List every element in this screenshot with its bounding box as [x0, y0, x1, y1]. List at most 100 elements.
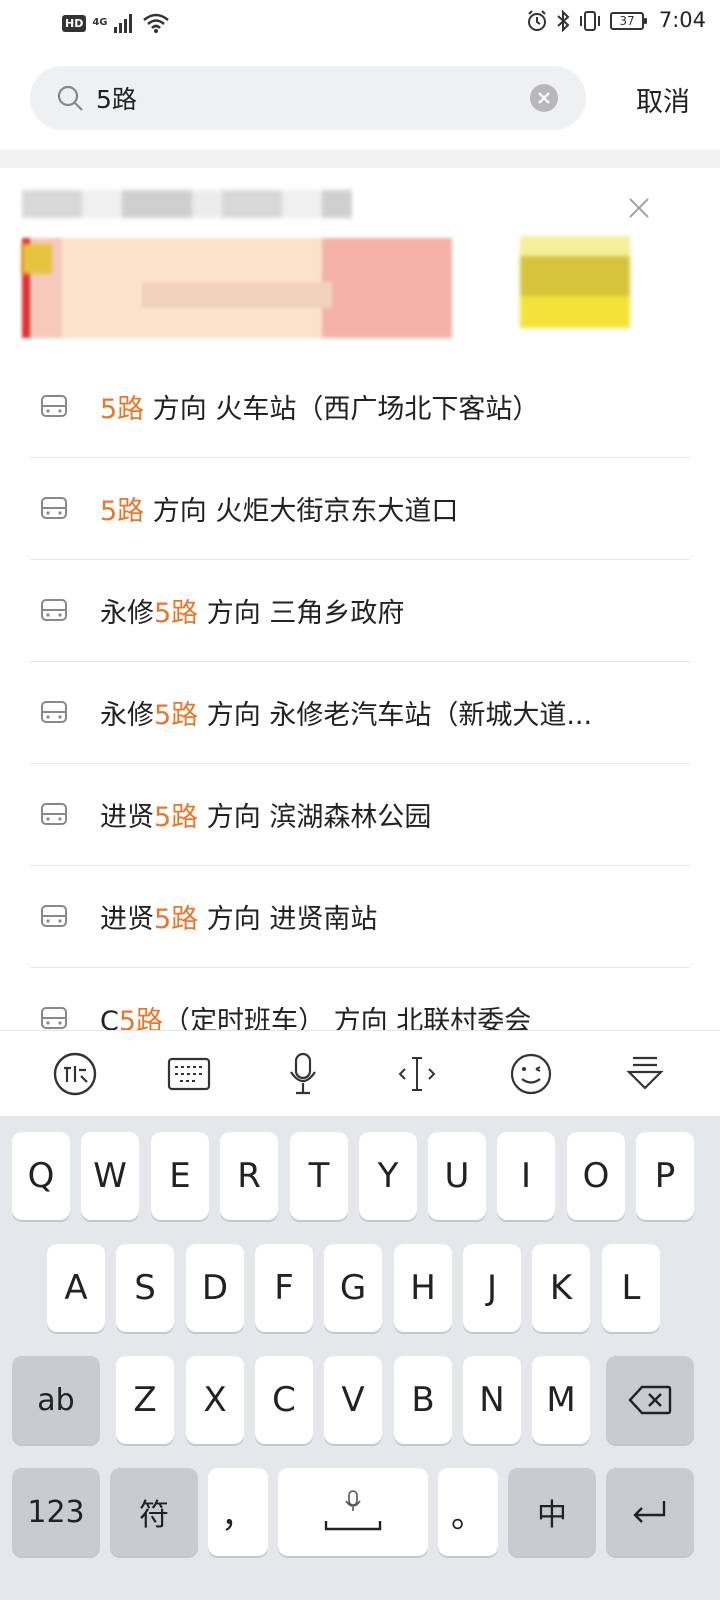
keyboard-toolbar — [0, 1030, 720, 1116]
list-item[interactable]: 进贤5路 方向 滨湖森林公园 — [30, 764, 690, 866]
key-l[interactable]: L — [602, 1244, 660, 1332]
bluetooth-icon — [557, 10, 570, 32]
key-language[interactable]: 中 — [508, 1468, 596, 1556]
cancel-button[interactable]: 取消 — [636, 80, 690, 119]
key-q[interactable]: Q — [12, 1132, 70, 1220]
bus-icon — [41, 802, 67, 825]
network-type: 4G — [92, 17, 108, 28]
result-label: 进贤5路 方向 滨湖森林公园 — [100, 802, 432, 833]
key-s[interactable]: S — [116, 1244, 174, 1332]
result-list: 5路 方向 火车站（西广场北下客站） 5路 方向 火炬大街京东大道口 永修5路 … — [0, 356, 720, 1030]
bus-icon — [41, 1006, 67, 1029]
enter-key[interactable] — [606, 1468, 694, 1556]
bus-icon — [41, 700, 67, 723]
search-row: 取消 — [30, 66, 690, 130]
list-item[interactable]: 进贤5路 方向 进贤南站 — [30, 866, 690, 968]
key-c[interactable]: C — [255, 1356, 313, 1444]
key-r[interactable]: R — [220, 1132, 278, 1220]
key-123[interactable]: 123 — [12, 1468, 100, 1556]
status-bar: HD 4G 37 7:04 — [0, 0, 720, 52]
backspace-key[interactable] — [606, 1356, 694, 1444]
list-item[interactable]: 5路 方向 火炬大街京东大道口 — [30, 458, 690, 560]
ad-blurred-text — [22, 190, 352, 218]
result-label: C5路（定时班车） 方向 北联村委会 — [100, 1006, 532, 1030]
key-o[interactable]: O — [567, 1132, 625, 1220]
clear-search-button[interactable] — [530, 84, 558, 112]
battery-level: 37 — [619, 14, 635, 28]
key-y[interactable]: Y — [359, 1132, 417, 1220]
backspace-icon — [628, 1385, 672, 1415]
cursor-move-button[interactable] — [387, 1044, 447, 1104]
hide-keyboard-button[interactable] — [615, 1044, 675, 1104]
key-v[interactable]: V — [324, 1356, 382, 1444]
key-i[interactable]: I — [497, 1132, 555, 1220]
ad-banner[interactable] — [0, 168, 720, 356]
list-item[interactable]: 5路 方向 火车站（西广场北下客站） — [30, 356, 690, 458]
key-e[interactable]: E — [151, 1132, 209, 1220]
search-input[interactable] — [96, 80, 516, 116]
close-icon — [629, 198, 649, 218]
key-j[interactable]: J — [463, 1244, 521, 1332]
wifi-icon — [142, 13, 169, 33]
list-item[interactable]: 永修5路 方向 三角乡政府 — [30, 560, 690, 662]
key-n[interactable]: N — [463, 1356, 521, 1444]
alarm-icon — [528, 10, 546, 31]
result-label: 5路 方向 火炬大街京东大道口 — [100, 496, 459, 527]
emoji-icon — [510, 1053, 552, 1094]
status-left: HD 4G — [62, 12, 170, 34]
space-key[interactable] — [278, 1468, 428, 1556]
vibrate-icon — [580, 11, 600, 31]
key-t[interactable]: T — [290, 1132, 348, 1220]
key-period[interactable]: 。 — [438, 1468, 498, 1556]
ad-close-button[interactable] — [628, 192, 650, 227]
result-label: 进贤5路 方向 进贤南站 — [100, 904, 378, 935]
ad-image-accent — [22, 244, 52, 274]
ime-logo-button[interactable] — [45, 1044, 105, 1104]
list-item[interactable]: C5路（定时班车） 方向 北联村委会 — [30, 968, 690, 1030]
key-u[interactable]: U — [428, 1132, 486, 1220]
key-m[interactable]: M — [532, 1356, 590, 1444]
key-z[interactable]: Z — [116, 1356, 174, 1444]
ime-logo-icon — [53, 1052, 97, 1095]
list-item[interactable]: 永修5路 方向 永修老汽车站（新城大道... — [30, 662, 690, 764]
ad-image — [22, 238, 452, 338]
key-p[interactable]: P — [636, 1132, 694, 1220]
key-h[interactable]: H — [394, 1244, 452, 1332]
enter-icon — [633, 1501, 666, 1523]
key-w[interactable]: W — [81, 1132, 139, 1220]
clock: 7:04 — [658, 8, 706, 32]
key-a[interactable]: A — [47, 1244, 105, 1332]
voice-input-button[interactable] — [273, 1044, 333, 1104]
bus-icon — [41, 904, 67, 927]
keyboard: Q W E R T Y U I O P A S D F G H J K L ab… — [0, 1116, 720, 1600]
signal-icon — [113, 14, 132, 33]
bus-icon — [41, 394, 67, 417]
search-box[interactable] — [30, 66, 586, 130]
close-icon — [538, 92, 550, 104]
result-label: 永修5路 方向 三角乡政府 — [100, 598, 405, 629]
key-g[interactable]: G — [324, 1244, 382, 1332]
separator-band — [0, 150, 720, 168]
key-ab[interactable]: ab — [12, 1356, 100, 1444]
result-label: 永修5路 方向 永修老汽车站（新城大道... — [100, 700, 593, 731]
key-comma[interactable]: ， — [208, 1468, 268, 1556]
key-k[interactable]: K — [532, 1244, 590, 1332]
bus-icon — [41, 496, 67, 519]
hd-badge: HD — [62, 14, 87, 32]
status-right: 37 7:04 — [526, 8, 706, 32]
bus-icon — [41, 598, 67, 621]
microphone-icon — [290, 1052, 316, 1094]
keyboard-layout-button[interactable] — [159, 1044, 219, 1104]
keyboard-icon — [167, 1057, 211, 1090]
key-b[interactable]: B — [394, 1356, 452, 1444]
key-d[interactable]: D — [186, 1244, 244, 1332]
result-label: 5路 方向 火车站（西广场北下客站） — [100, 394, 540, 425]
space-mic-icon — [324, 1490, 382, 1531]
search-icon — [57, 85, 83, 111]
key-x[interactable]: X — [186, 1356, 244, 1444]
ad-thumbnail — [520, 236, 630, 328]
emoji-button[interactable] — [501, 1044, 561, 1104]
key-symbol[interactable]: 符 — [110, 1468, 198, 1556]
collapse-keyboard-icon — [626, 1056, 664, 1090]
key-f[interactable]: F — [255, 1244, 313, 1332]
